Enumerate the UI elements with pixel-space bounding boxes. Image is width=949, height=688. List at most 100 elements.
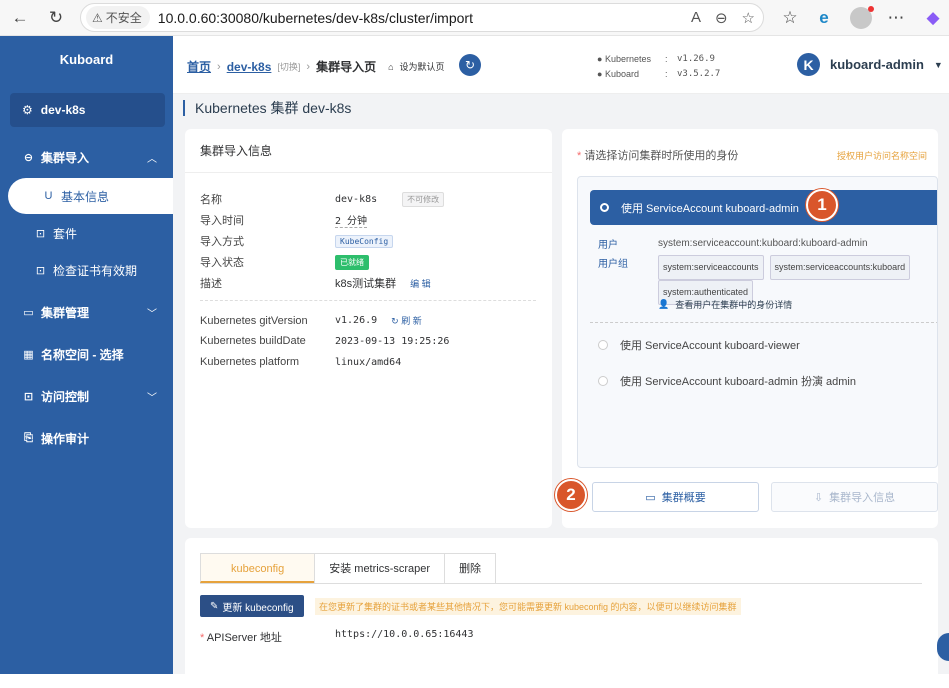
tab-kubeconfig[interactable]: kubeconfig <box>200 553 316 583</box>
favorites-icon[interactable]: ☆ <box>778 6 802 30</box>
user-menu[interactable]: K kuboard-admin ▼ <box>797 53 943 76</box>
username: kuboard-admin <box>830 57 924 72</box>
method-tag: KubeConfig <box>335 234 394 248</box>
browser-toolbar: ← ↻ ⚠ 不安全 10.0.0.60:30080/kubernetes/dev-… <box>0 0 949 36</box>
chevron-up-icon: ︿ <box>147 153 157 165</box>
radio-unselected <box>598 340 608 350</box>
magnet-icon: U <box>44 190 53 202</box>
card-title: 集群导入信息 <box>185 129 552 173</box>
sidebar-item-access-control[interactable]: ⊡ 访问控制 ﹀ <box>0 378 173 414</box>
update-kubeconfig-button[interactable]: ✎ 更新 kubeconfig <box>200 595 304 617</box>
favorite-star-icon[interactable]: ☆ <box>742 9 755 27</box>
auth-namespace-link[interactable]: 授权用户访问名称空间 <box>837 149 927 162</box>
certificate-icon: ⊡ <box>35 264 46 277</box>
sidebar-item-basic-info[interactable]: U 基本信息 <box>8 178 173 214</box>
identity-option-admin[interactable]: 使用 ServiceAccount kuboard-admin <box>590 190 937 225</box>
info-git-row: Kubernetes gitVersion v1.26.9 ↻ 刷 新 <box>200 314 422 327</box>
sidebar: Kuboard ⚙ dev-k8s ⊖ 集群导入 ︿ U 基本信息 ⊡ 套件 ⊡ 检查证书… <box>0 36 173 674</box>
download-icon: ⇩ <box>813 491 824 504</box>
zoom-icon[interactable]: ⊖ <box>715 9 728 27</box>
warning-icon: ⚠ <box>92 10 103 25</box>
identity-option-viewer[interactable]: 使用 ServiceAccount kuboard-viewer <box>598 337 800 353</box>
info-platform-row: Kubernetes platform linux/amd64 <box>200 356 402 368</box>
group-tag: system:serviceaccounts:kuboard <box>769 255 911 280</box>
top-bar: 首页 › dev-k8s [切换] › 集群导入页 ⌂ 设为默认页 ↻ ● Ku… <box>173 36 949 94</box>
more-icon[interactable]: ⋯ <box>884 6 908 30</box>
group-tag: system:serviceaccounts <box>658 255 764 280</box>
set-default-link[interactable]: 设为默认页 <box>400 60 445 73</box>
breadcrumb-cluster[interactable]: dev-k8s <box>227 60 272 74</box>
tab-metrics-scraper[interactable]: 安装 metrics-scraper <box>314 553 446 583</box>
breadcrumb-current: 集群导入页 <box>316 60 377 74</box>
status-badge: 已就绪 <box>335 254 369 270</box>
refresh-version-button[interactable]: ↻ 刷 新 <box>391 314 422 327</box>
breadcrumb: 首页 › dev-k8s [切换] › 集群导入页 ⌂ 设为默认页 <box>187 58 445 75</box>
identity-card: * 请选择访问集群时所使用的身份 授权用户访问名称空间 使用 ServiceAc… <box>555 129 938 528</box>
identity-detail-link[interactable]: 👤 查看用户在集群中的身份详情 <box>658 298 792 311</box>
sidebar-item-suite[interactable]: ⊡ 套件 <box>0 215 173 251</box>
sidebar-item-namespace[interactable]: ▦ 名称空间 - 选择 <box>0 336 173 372</box>
cluster-selector[interactable]: ⚙ dev-k8s <box>10 93 165 127</box>
radio-unselected <box>598 376 608 386</box>
reload-icon[interactable]: ↻ <box>44 6 68 30</box>
info-desc-row: 描述 k8s测试集群 编 辑 <box>200 277 431 290</box>
caret-down-icon: ▼ <box>933 59 943 70</box>
identity-panel: 使用 ServiceAccount kuboard-admin 用户 syste… <box>577 176 938 468</box>
user-icon: 👤 <box>658 299 670 309</box>
edge-icon[interactable]: e <box>812 6 836 30</box>
copilot-icon[interactable]: ◆ <box>921 6 945 30</box>
update-note: 在您更新了集群的证书或者某些其他情况下，您可能需要更新 kubeconfig 的… <box>315 598 741 615</box>
step-badge-1: 1 <box>806 189 838 221</box>
audit-icon: ⎘ <box>24 431 33 444</box>
sidebar-item-cluster-import[interactable]: ⊖ 集群导入 ︿ <box>0 139 173 175</box>
avatar: K <box>797 53 820 76</box>
kubeconfig-card: kubeconfig 安装 metrics-scraper 删除 ✎ 更新 kub… <box>185 538 938 688</box>
chevron-right-icon: › <box>217 60 221 73</box>
version-info: ● Kubernetes: v1.26.9 ● Kuboard: v3.5.2.7 <box>597 54 721 79</box>
link-icon: ⊖ <box>23 151 34 164</box>
chevron-down-icon: ﹀ <box>147 392 157 404</box>
refresh-icon: ↻ <box>464 58 476 72</box>
address-bar[interactable]: ⚠ 不安全 10.0.0.60:30080/kubernetes/dev-k8s/… <box>80 3 764 32</box>
identity-label: * 请选择访问集群时所使用的身份 <box>577 150 739 162</box>
tab-delete[interactable]: 删除 <box>444 553 497 583</box>
info-method-row: 导入方式 KubeConfig <box>200 233 394 249</box>
refresh-icon: ↻ <box>391 316 402 326</box>
apiserver-row: * APIServer 地址 https://10.0.0.65:16443 <box>200 629 474 644</box>
cluster-import-info-button[interactable]: ⇩ 集群导入信息 <box>771 482 938 512</box>
sidebar-item-audit[interactable]: ⎘ 操作审计 <box>0 420 173 456</box>
refresh-button[interactable]: ↻ <box>459 54 481 76</box>
url-text: 10.0.0.60:30080/kubernetes/dev-k8s/clust… <box>157 9 473 26</box>
radio-selected <box>600 203 609 212</box>
lock-icon: ⊡ <box>23 390 34 403</box>
tab-bar: kubeconfig 安装 metrics-scraper 删除 <box>200 553 922 584</box>
server-icon: ▭ <box>23 306 34 319</box>
sidebar-item-cluster-manage[interactable]: ▭ 集群管理 ﹀ <box>0 294 173 330</box>
page-title: Kubernetes 集群 dev-k8s <box>183 100 351 116</box>
read-aloud-icon[interactable]: A <box>691 9 701 27</box>
switch-cluster-link[interactable]: [切换] <box>277 60 300 73</box>
info-time-row: 导入时间 2 分钟 <box>200 212 368 228</box>
gear-icon: ⚙ <box>22 103 33 117</box>
grid-icon: ▦ <box>23 348 34 361</box>
identity-option-impersonate[interactable]: 使用 ServiceAccount kuboard-admin 扮演 admin <box>598 373 856 389</box>
divider <box>590 322 937 323</box>
cluster-overview-button[interactable]: ▭ 集群概要 <box>592 482 759 512</box>
box-icon: ⊡ <box>35 227 46 240</box>
breadcrumb-home[interactable]: 首页 <box>187 58 211 75</box>
main-content: Kubernetes 集群 dev-k8s 集群导入信息 名称 dev-k8s … <box>173 94 949 688</box>
info-status-row: 导入状态 已就绪 <box>200 254 369 270</box>
readonly-tag: 不可修改 <box>402 191 445 207</box>
edit-button[interactable]: 编 辑 <box>410 277 431 290</box>
dashboard-icon: ▭ <box>645 491 656 504</box>
chevron-down-icon: ﹀ <box>147 308 157 320</box>
step-badge-2: 2 <box>555 479 587 511</box>
brand-logo: Kuboard <box>59 52 114 67</box>
back-icon[interactable]: ← <box>8 6 32 30</box>
info-name-row: 名称 dev-k8s 不可修改 <box>200 191 445 207</box>
home-icon: ⌂ <box>388 61 394 72</box>
divider <box>200 300 536 301</box>
sidebar-item-cert-check[interactable]: ⊡ 检查证书有效期 <box>0 252 173 288</box>
security-indicator[interactable]: ⚠ 不安全 <box>86 6 150 29</box>
profile-avatar[interactable] <box>850 6 874 29</box>
